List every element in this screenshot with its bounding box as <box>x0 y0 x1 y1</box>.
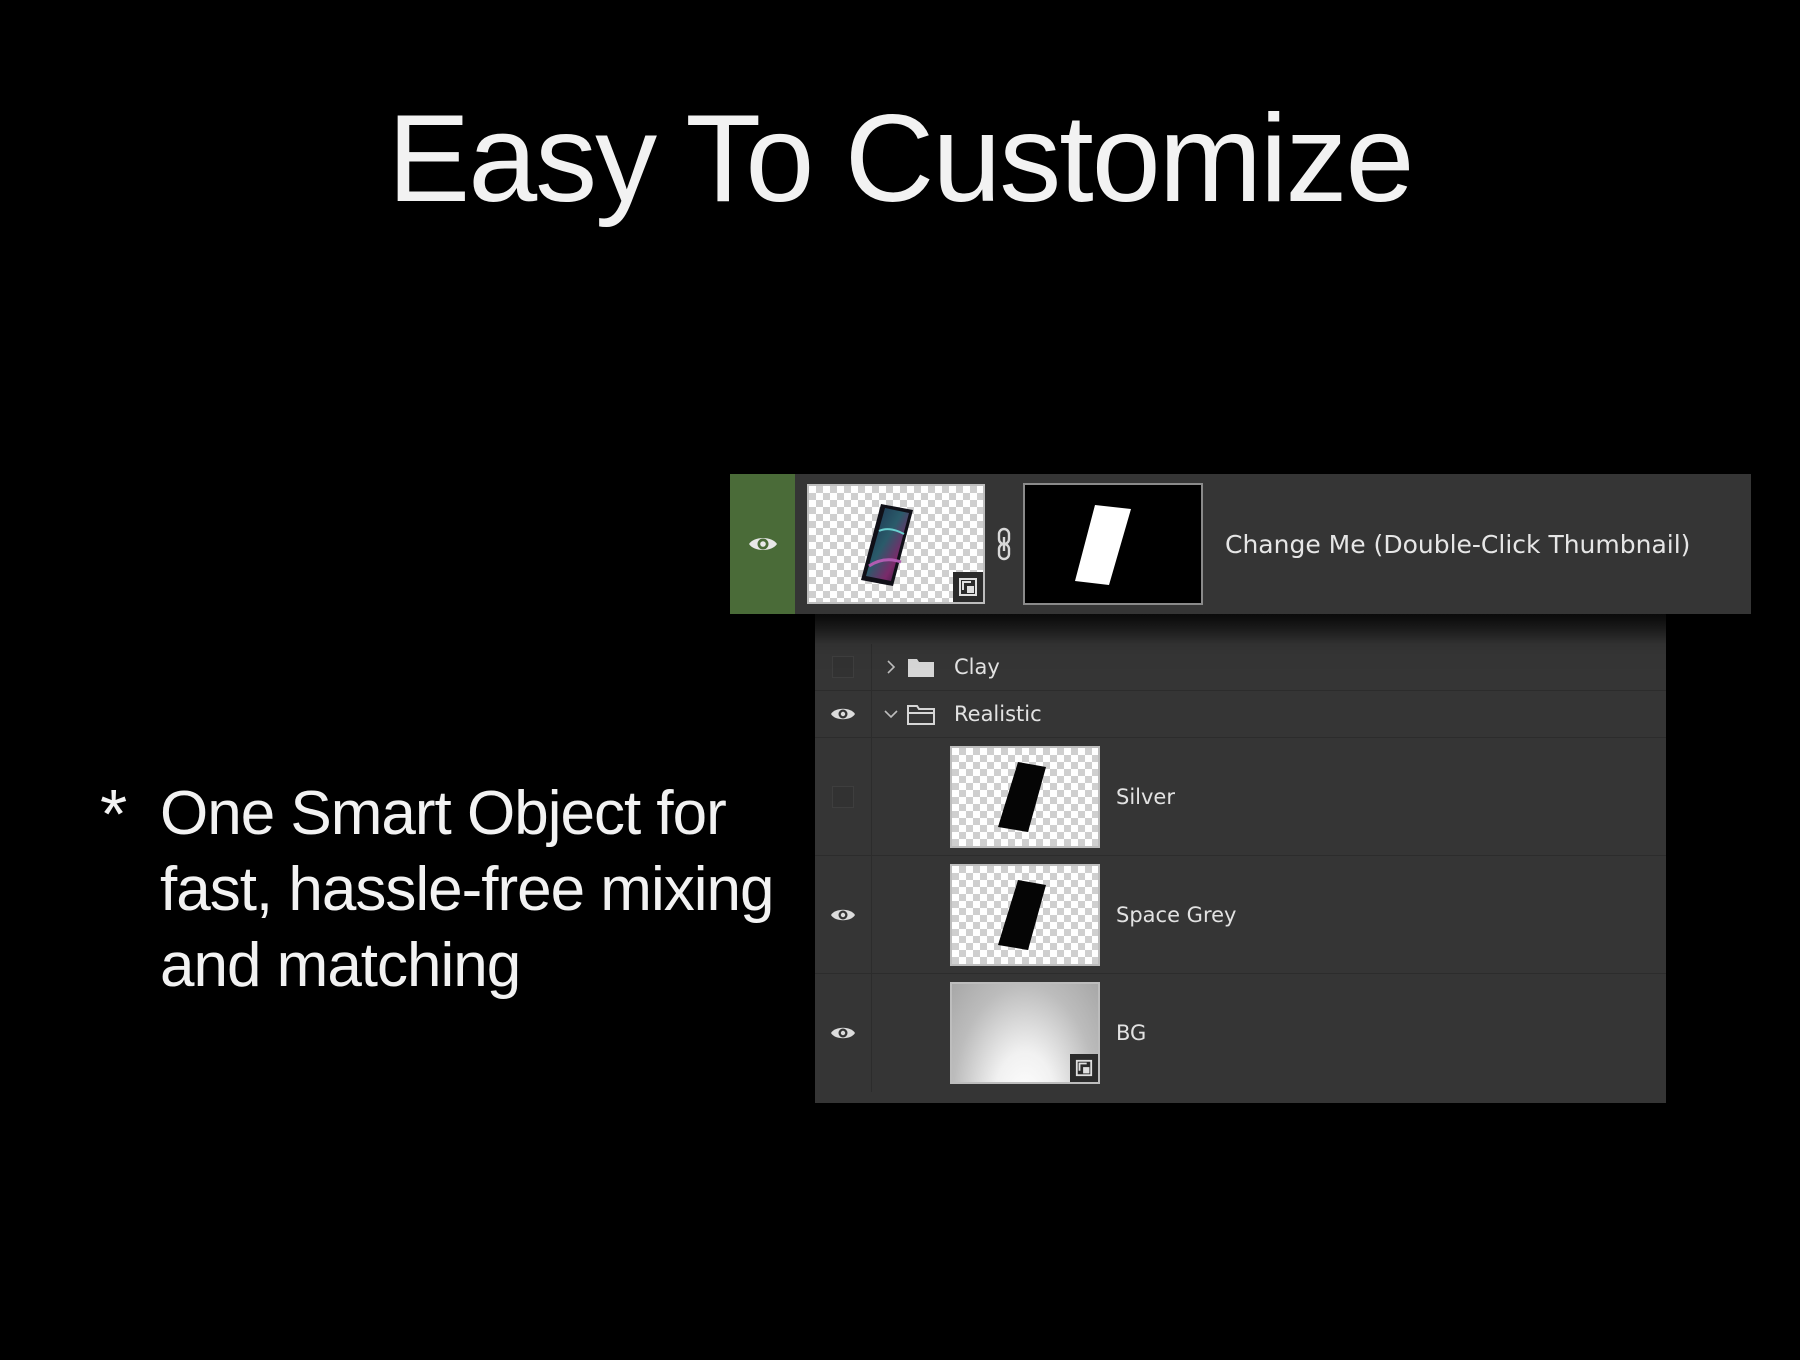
smart-object-layer[interactable]: Change Me (Double-Click Thumbnail) <box>730 474 1751 614</box>
hidden-visibility-box <box>832 785 854 808</box>
smart-object-badge-icon <box>1070 1054 1098 1082</box>
slide-title: Easy To Customize <box>387 90 1414 228</box>
layer-silver[interactable]: Silver <box>815 738 1666 856</box>
open-folder-icon <box>906 703 936 725</box>
group-name-clay: Clay <box>954 655 1000 679</box>
phone-silhouette-icon <box>998 879 1046 950</box>
space-grey-layer-thumbnail[interactable] <box>950 863 1100 966</box>
layer-bg[interactable]: BG <box>815 974 1666 1092</box>
mask-link-toggle[interactable] <box>991 484 1017 604</box>
feature-bullet: * One Smart Object for fast, hassle-free… <box>100 776 780 1004</box>
phone-silhouette-icon <box>998 761 1046 832</box>
smart-object-badge-icon <box>953 572 983 602</box>
silver-layer-thumbnail[interactable] <box>950 745 1100 848</box>
panel-top-shadow <box>815 614 1666 644</box>
layer-group-clay[interactable]: Clay <box>815 644 1666 691</box>
silver-visibility-toggle[interactable] <box>815 738 872 855</box>
layer-group-realistic[interactable]: Realistic <box>815 691 1666 738</box>
layer-mask-thumbnail[interactable] <box>1023 483 1203 605</box>
chain-link-icon <box>997 527 1011 561</box>
layer-space-grey[interactable]: Space Grey <box>815 856 1666 974</box>
layers-panel: Clay Realistic Silver Space Grey BG <box>815 614 1666 1103</box>
bg-visibility-toggle[interactable] <box>815 974 872 1092</box>
smart-object-visibility-toggle[interactable] <box>730 474 795 614</box>
chevron-right-icon[interactable] <box>880 659 902 675</box>
eye-icon <box>831 708 855 720</box>
smart-object-layer-name: Change Me (Double-Click Thumbnail) <box>1225 529 1691 559</box>
hidden-visibility-box <box>832 656 854 678</box>
eye-icon <box>748 538 777 550</box>
clay-visibility-toggle[interactable] <box>815 644 872 690</box>
mask-shape-icon <box>1075 505 1131 585</box>
bg-layer-thumbnail[interactable] <box>950 982 1100 1084</box>
folder-icon <box>906 656 936 678</box>
chevron-down-icon[interactable] <box>880 709 902 719</box>
layer-name-space-grey: Space Grey <box>1116 902 1237 927</box>
eye-icon <box>831 1027 855 1039</box>
space-grey-visibility-toggle[interactable] <box>815 856 872 973</box>
group-name-realistic: Realistic <box>954 702 1042 726</box>
layer-name-bg: BG <box>1116 1021 1147 1045</box>
layer-name-silver: Silver <box>1116 784 1175 809</box>
bullet-marker: * <box>100 775 127 853</box>
realistic-visibility-toggle[interactable] <box>815 691 872 737</box>
eye-icon <box>831 909 855 920</box>
smart-object-thumbnail[interactable] <box>807 484 985 604</box>
bullet-text: One Smart Object for fast, hassle-free m… <box>160 779 774 1000</box>
